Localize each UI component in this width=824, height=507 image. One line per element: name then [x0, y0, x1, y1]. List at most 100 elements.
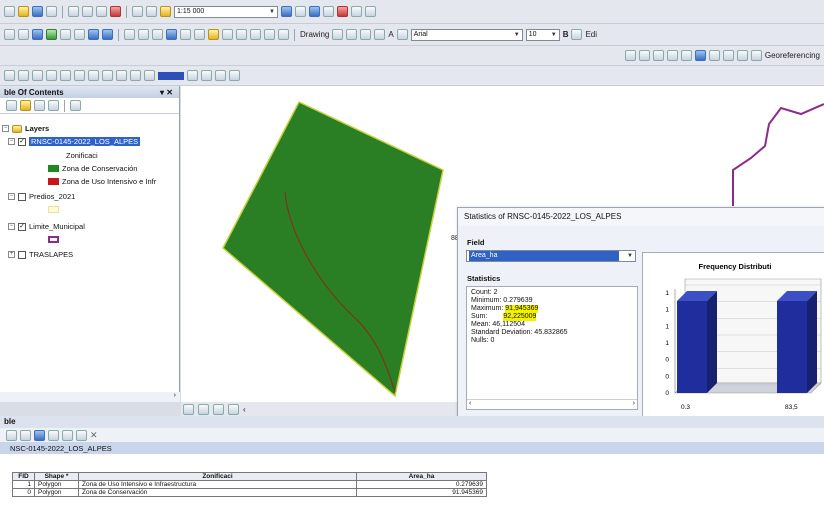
layout-zoom-out-icon[interactable]: [18, 70, 29, 81]
layer-name[interactable]: Limite_Municipal: [29, 222, 85, 231]
bold-button[interactable]: B: [563, 30, 569, 39]
rectify-icon[interactable]: [722, 50, 734, 61]
print-preview-icon[interactable]: [215, 70, 226, 81]
cut-icon[interactable]: [68, 6, 79, 17]
collapse-icon[interactable]: −: [8, 193, 15, 200]
column-header-shape[interactable]: Shape *: [34, 472, 79, 481]
scroll-right-icon[interactable]: ›: [174, 392, 176, 399]
drawing-menu[interactable]: Drawing: [300, 30, 329, 39]
clear-selection-icon[interactable]: [138, 29, 149, 40]
layout-zoom-in-icon[interactable]: [4, 70, 15, 81]
redo-icon[interactable]: [146, 6, 157, 17]
shift-layer-icon[interactable]: [666, 50, 678, 61]
open-folder-icon[interactable]: [18, 6, 29, 17]
rotate-icon[interactable]: [346, 29, 358, 40]
column-header-zonificaci[interactable]: Zonificaci: [78, 472, 357, 481]
pan-icon[interactable]: [32, 29, 43, 40]
find-route-icon[interactable]: [236, 29, 247, 40]
list-by-selection-icon[interactable]: [48, 100, 59, 111]
layer-name[interactable]: RNSC-0145-2022_LOS_ALPES: [29, 137, 141, 146]
layout-forward-icon[interactable]: [102, 70, 113, 81]
focus-data-frame-icon[interactable]: [130, 70, 141, 81]
zoom-out-icon[interactable]: [18, 29, 29, 40]
save-icon[interactable]: [32, 6, 43, 17]
column-header-fid[interactable]: FID: [12, 472, 35, 481]
layout-back-icon[interactable]: [88, 70, 99, 81]
add-control-points-icon[interactable]: [638, 50, 650, 61]
select-features-icon[interactable]: [124, 29, 135, 40]
text-icon[interactable]: A: [388, 30, 393, 39]
search-window-icon[interactable]: [323, 6, 334, 17]
auto-adjust-icon[interactable]: [750, 50, 762, 61]
select-arrow-icon[interactable]: [332, 29, 344, 40]
toc-layer-traslapes[interactable]: + TRASLAPES: [8, 250, 73, 259]
font-size-select[interactable]: 10 ▼: [525, 28, 560, 41]
list-by-visibility-icon[interactable]: [34, 100, 45, 111]
undo-icon[interactable]: [132, 6, 143, 17]
go-to-xy-icon[interactable]: [250, 29, 261, 40]
collapse-icon[interactable]: −: [8, 223, 15, 230]
scale-layer-icon[interactable]: [680, 50, 692, 61]
zona-conservacion-polygon[interactable]: [222, 101, 444, 398]
layout-fixed-out-icon[interactable]: [74, 70, 85, 81]
html-popup-icon[interactable]: [194, 29, 205, 40]
cell-shape[interactable]: Polygon: [34, 480, 79, 489]
layer-visibility-checkbox[interactable]: [18, 192, 26, 201]
cell-area[interactable]: 91.945369: [356, 488, 487, 497]
layout-view-icon[interactable]: [183, 403, 194, 415]
layout-view-icon[interactable]: [278, 29, 289, 40]
change-layout-icon[interactable]: [144, 70, 155, 81]
layer-visibility-checkbox[interactable]: ✓: [18, 137, 26, 146]
table-tab[interactable]: NSC-0145-2022_LOS_ALPES: [0, 442, 824, 454]
view-link-table-icon[interactable]: [694, 50, 706, 61]
layer-visibility-checkbox[interactable]: ✓: [18, 222, 26, 231]
italic-icon[interactable]: [571, 29, 583, 40]
paste-icon[interactable]: [96, 6, 107, 17]
cell-area[interactable]: 0.279639: [356, 480, 487, 489]
measure-icon[interactable]: [208, 29, 219, 40]
arctoolbox-icon[interactable]: [337, 6, 348, 17]
select-elements-icon[interactable]: [152, 29, 163, 40]
catalog-icon[interactable]: [309, 6, 320, 17]
column-header-area[interactable]: Area_ha: [356, 472, 487, 481]
expand-icon[interactable]: +: [8, 251, 15, 258]
table-of-contents-icon[interactable]: [295, 6, 306, 17]
chevron-down-icon[interactable]: ▼: [627, 251, 633, 261]
data-view-icon[interactable]: [198, 403, 209, 415]
cell-zonificaci[interactable]: Zona de Conservación: [78, 488, 357, 497]
table-row[interactable]: 1 Polygon Zona de Uso Intensivo e Infrae…: [12, 480, 487, 489]
add-data-icon[interactable]: [160, 6, 171, 17]
refresh-icon[interactable]: [213, 403, 224, 415]
delete-icon[interactable]: [110, 6, 121, 17]
pin-icon[interactable]: ▾: [160, 88, 164, 97]
scroll-right-icon[interactable]: ›: [633, 400, 635, 408]
cell-shape[interactable]: Polygon: [34, 488, 79, 497]
layer-visibility-checkbox[interactable]: [18, 250, 26, 259]
layer-name[interactable]: TRASLAPES: [29, 250, 73, 259]
zoom-whole-page-icon[interactable]: [360, 29, 372, 40]
time-slider-icon[interactable]: [264, 29, 275, 40]
rectangle-icon[interactable]: [374, 29, 386, 40]
fixed-zoom-in-icon[interactable]: [60, 29, 71, 40]
related-tables-icon[interactable]: [20, 429, 31, 441]
zoom-in-icon[interactable]: [4, 29, 15, 40]
layout-fixed-in-icon[interactable]: [60, 70, 71, 81]
toc-layer-rnsc[interactable]: − ✓ RNSC-0145-2022_LOS_ALPES: [8, 137, 141, 146]
back-extent-icon[interactable]: [88, 29, 99, 40]
scroll-left-icon[interactable]: ‹: [469, 400, 471, 408]
toc-layer-limite[interactable]: − ✓ Limite_Municipal: [8, 222, 85, 231]
export-map-icon[interactable]: [229, 70, 240, 81]
cell-fid[interactable]: 1: [12, 480, 35, 489]
layer-name[interactable]: Predios_2021: [29, 192, 75, 201]
full-extent-icon[interactable]: [46, 29, 57, 40]
collapse-icon[interactable]: −: [2, 125, 9, 132]
table-options-icon[interactable]: [6, 429, 17, 441]
select-by-attributes-icon[interactable]: [34, 429, 45, 441]
toc-layer-predios[interactable]: − Predios_2021: [8, 192, 75, 201]
data-driven-pages-icon[interactable]: [187, 70, 198, 81]
zoom-100-icon[interactable]: [46, 70, 57, 81]
hyperlink-icon[interactable]: [180, 29, 191, 40]
cell-zonificaci[interactable]: Zona de Uso Intensivo e Infraestructura: [78, 480, 357, 489]
print-icon[interactable]: [46, 6, 57, 17]
list-by-drawing-order-icon[interactable]: [6, 100, 17, 111]
